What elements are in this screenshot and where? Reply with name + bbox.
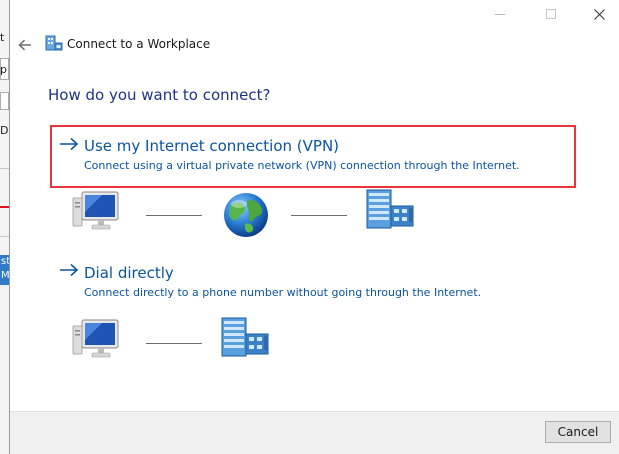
background-window-edge: t p D st M — [0, 0, 9, 454]
right-arrow-icon — [60, 263, 79, 277]
connect-to-workplace-dialog: Connect to a Workplace How do you want t… — [9, 0, 619, 454]
background-divider — [0, 236, 9, 237]
cancel-button[interactable]: Cancel — [545, 421, 611, 443]
background-selected-item: st M — [0, 255, 9, 285]
close-icon — [593, 8, 605, 20]
connection-line — [146, 343, 202, 344]
option-dial-directly-description: Connect directly to a phone number witho… — [84, 286, 482, 299]
background-text-fragment: M — [1, 270, 9, 281]
back-button[interactable] — [15, 35, 35, 55]
dialog-footer: Cancel — [10, 411, 619, 454]
building-icon — [221, 317, 269, 357]
background-divider — [0, 168, 9, 169]
option-dial-directly[interactable]: Dial directly Connect directly to a phon… — [50, 262, 576, 307]
background-dropdown — [0, 92, 9, 110]
maximize-icon — [546, 9, 556, 19]
globe-icon — [224, 193, 268, 237]
connection-line — [291, 215, 347, 216]
option-vpn-title[interactable]: Use my Internet connection (VPN) — [84, 137, 339, 155]
background-accent-line — [0, 206, 9, 208]
option-dial-directly-title[interactable]: Dial directly — [84, 264, 174, 282]
minimize-icon — [495, 13, 505, 15]
option-vpn[interactable]: Use my Internet connection (VPN) Connect… — [50, 125, 576, 188]
computer-icon — [72, 319, 119, 358]
close-button[interactable] — [576, 0, 619, 28]
right-arrow-icon — [60, 137, 79, 151]
building-icon — [366, 189, 414, 229]
option-vpn-description: Connect using a virtual private network … — [84, 159, 520, 172]
connection-line — [146, 215, 202, 216]
background-text-fragment: D — [0, 124, 9, 137]
background-text-fragment: t — [0, 31, 5, 44]
page-heading: How do you want to connect? — [48, 86, 271, 104]
background-text-fragment: st — [1, 256, 9, 267]
window-title: Connect to a Workplace — [67, 37, 211, 51]
back-arrow-icon — [18, 39, 31, 51]
minimize-button[interactable] — [477, 0, 523, 28]
workplace-connection-icon — [45, 35, 63, 51]
computer-icon — [72, 191, 119, 230]
background-text-fragment: p — [0, 63, 7, 76]
maximize-button[interactable] — [528, 0, 574, 28]
